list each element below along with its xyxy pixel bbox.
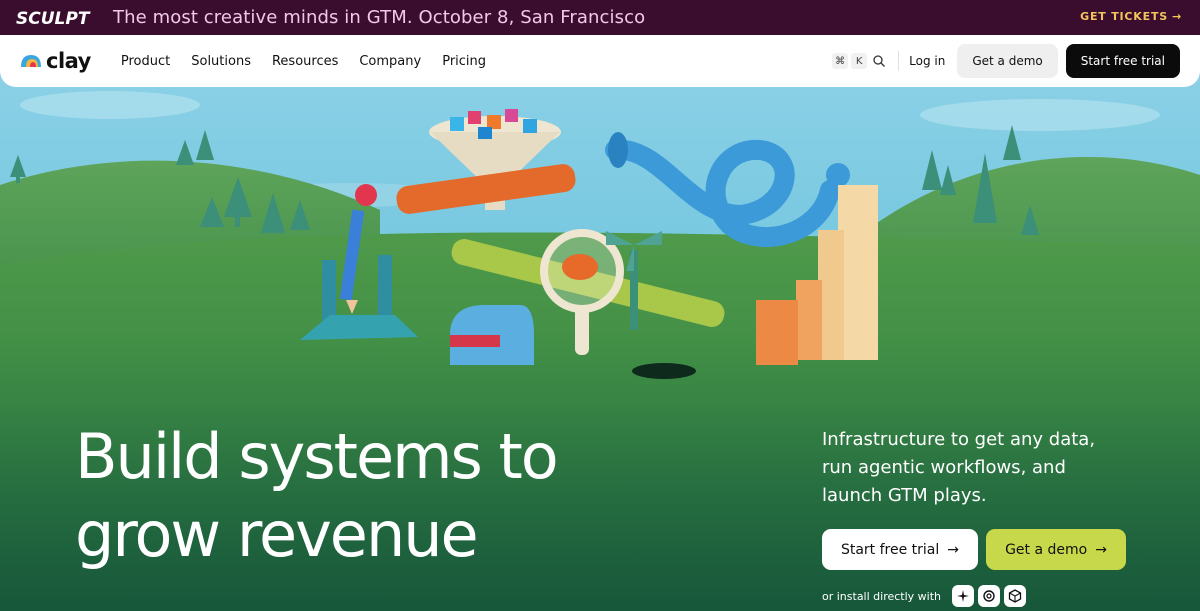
get-demo-button[interactable]: Get a demo [957, 44, 1058, 78]
nav-link-resources[interactable]: Resources [272, 54, 338, 69]
nav-links: Product Solutions Resources Company Pric… [121, 54, 507, 69]
nav-link-solutions[interactable]: Solutions [191, 54, 251, 69]
sparkle-icon[interactable] [952, 585, 975, 607]
arrow-right-icon: → [1095, 541, 1107, 558]
announcement-bar[interactable]: SCULPT The most creative minds in GTM. O… [0, 0, 1200, 35]
cube-icon[interactable] [1004, 585, 1027, 607]
headline-line-2: grow revenue [75, 498, 479, 571]
announcement-text: The most creative minds in GTM. October … [113, 7, 646, 28]
nav-link-product[interactable]: Product [121, 54, 170, 69]
k-key: K [851, 53, 868, 69]
hero-cta-row: Start free trial → Get a demo → [822, 529, 1126, 570]
hero-trial-label: Start free trial [840, 541, 940, 558]
nav-actions: ⌘ K Log in Get a demo Start free trial [828, 44, 1180, 78]
search-icon [873, 55, 886, 67]
nav-link-company[interactable]: Company [359, 54, 421, 69]
clay-logo-icon [21, 55, 41, 67]
arrow-right-icon: → [947, 541, 960, 558]
login-link[interactable]: Log in [909, 54, 945, 68]
hero-subheading: Infrastructure to get any data, run agen… [822, 429, 1096, 506]
clay-logo[interactable]: clay [19, 49, 91, 73]
sculpt-logo: SCULPT [16, 9, 91, 28]
hero-get-demo-button[interactable]: Get a demo → [986, 529, 1126, 570]
svg-text:SCULPT: SCULPT [16, 9, 91, 28]
search-shortcut[interactable]: ⌘ K [828, 53, 890, 69]
nav-link-pricing[interactable]: Pricing [442, 54, 486, 69]
get-tickets-link[interactable]: GET TICKETS → [1080, 10, 1182, 23]
hero-start-free-trial-button[interactable]: Start free trial → [822, 529, 978, 570]
top-nav: clay Product Solutions Resources Company… [0, 35, 1200, 87]
openai-icon[interactable] [978, 585, 1001, 607]
headline-line-1: Build systems to [75, 420, 559, 493]
brand-name: clay [46, 49, 91, 73]
nav-divider [898, 51, 900, 71]
start-free-trial-button[interactable]: Start free trial [1065, 44, 1180, 78]
install-text: or install directly with [822, 589, 942, 603]
hero-headline: Build systems to grow revenue [75, 418, 559, 574]
command-key: ⌘ [832, 53, 849, 69]
install-row: or install directly with [822, 585, 1030, 607]
arrow-right-icon: → [1171, 10, 1182, 23]
hero-demo-label: Get a demo [1005, 541, 1088, 558]
get-tickets-label: GET TICKETS [1080, 10, 1168, 23]
